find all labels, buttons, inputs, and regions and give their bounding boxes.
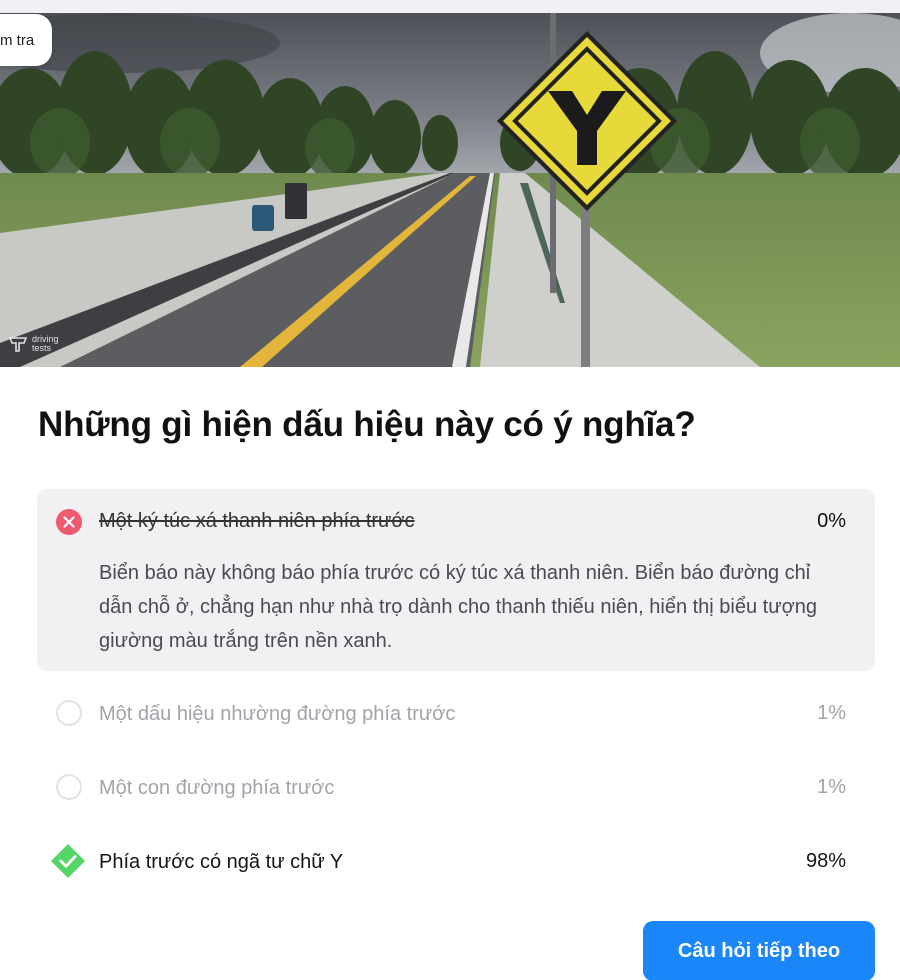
answer-explanation: Biển báo này không báo phía trước có ký …: [99, 562, 817, 652]
answer-label: Một con đường phía trước: [99, 777, 335, 799]
watermark-line-2: tests: [32, 343, 52, 353]
answer-option-1[interactable]: Một ký túc xá thanh niên phía trước 0% B…: [37, 489, 875, 671]
question-title: Những gì hiện dấu hiệu này có ý nghĩa?: [38, 405, 696, 444]
answer-option-4[interactable]: Phía trước có ngã tư chữ Y 98%: [37, 838, 875, 886]
answer-percent: 0%: [817, 510, 846, 532]
next-question-button[interactable]: Câu hỏi tiếp theo: [643, 921, 875, 980]
back-button[interactable]: m tra: [0, 14, 52, 66]
correct-answer-icon: [51, 844, 85, 878]
driving-tests-logo-icon: [8, 337, 28, 352]
answer-option-2[interactable]: Một dấu hiệu nhường đường phía trước 1%: [37, 690, 875, 738]
answer-label: Phía trước có ngã tư chữ Y: [99, 851, 344, 873]
answer-percent: 98%: [805, 850, 846, 872]
top-strip: [0, 0, 900, 13]
radio-empty-icon: [56, 774, 82, 800]
wrong-answer-icon: [56, 509, 82, 535]
question-image: [0, 13, 900, 367]
answer-label: Một ký túc xá thanh niên phía trước: [99, 510, 415, 532]
answer-option-3[interactable]: Một con đường phía trước 1%: [37, 764, 875, 812]
answer-label: Một dấu hiệu nhường đường phía trước: [99, 703, 456, 725]
answer-percent: 1%: [817, 702, 846, 724]
radio-empty-icon: [56, 700, 82, 726]
road-scene-illustration: [0, 13, 900, 367]
watermark-logo: driving tests: [8, 335, 59, 353]
back-button-label: m tra: [0, 31, 35, 49]
answer-percent: 1%: [817, 776, 846, 798]
